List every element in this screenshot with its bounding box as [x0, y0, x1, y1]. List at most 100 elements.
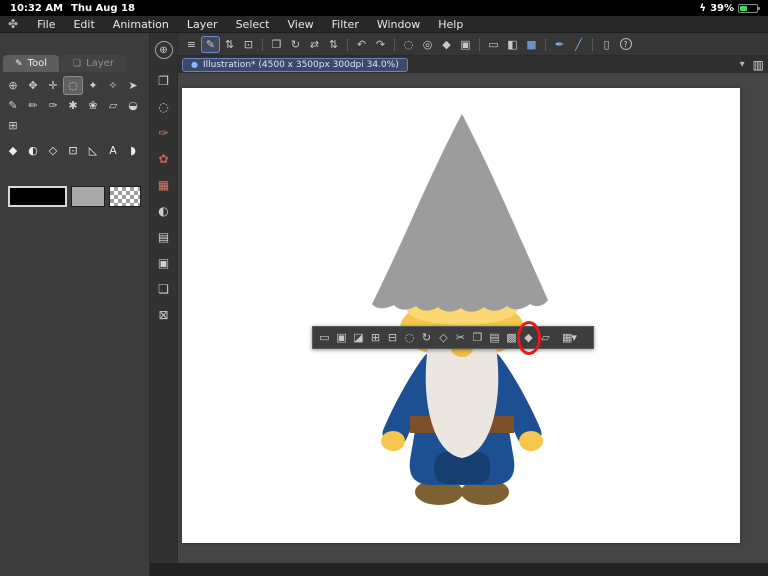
device-icon[interactable]: ▯: [597, 36, 616, 53]
scale-selection-icon[interactable]: ◇: [435, 329, 452, 346]
status-bar: 10:32 AM Thu Aug 18 ϟ 39%: [0, 0, 768, 16]
rotate-selection-icon[interactable]: ↻: [418, 329, 435, 346]
copy-icon[interactable]: ❐: [469, 329, 486, 346]
canvas-area: [178, 73, 768, 576]
close-panels-icon[interactable]: ⊠: [153, 304, 174, 325]
cut-icon[interactable]: ✂: [452, 329, 469, 346]
sub-color-swatch[interactable]: [70, 186, 105, 207]
brush-size-panel-icon[interactable]: ✑: [153, 122, 174, 143]
panel-toggle-icon[interactable]: ▥: [753, 58, 764, 72]
zoom-tool[interactable]: ⊕: [3, 76, 23, 95]
export-icon[interactable]: ❐: [267, 36, 286, 53]
edit-pen-icon[interactable]: ✎: [201, 35, 220, 53]
frame-subtool[interactable]: ⊡: [63, 141, 83, 160]
pencil-tool[interactable]: ✏: [23, 96, 43, 115]
main-menu-icon[interactable]: ≡: [182, 36, 201, 53]
gradient-subtool[interactable]: ◐: [23, 141, 43, 160]
transparent-color-swatch[interactable]: [108, 186, 141, 207]
menu-item[interactable]: Select: [227, 18, 279, 31]
drawing-canvas[interactable]: [182, 88, 740, 543]
help-icon[interactable]: ?: [616, 36, 635, 53]
gnome-illustration: [372, 114, 548, 505]
menu-item[interactable]: View: [279, 18, 323, 31]
tab-list-chevron-icon[interactable]: ▾: [740, 59, 745, 70]
color-wheel-panel-icon[interactable]: ✿: [153, 148, 174, 169]
main-color-swatch[interactable]: [8, 186, 67, 207]
balloon-subtool[interactable]: ◗: [123, 141, 143, 160]
eraser-tool[interactable]: ▱: [103, 96, 123, 115]
decoration-tool[interactable]: ❀: [83, 96, 103, 115]
airbrush-tool[interactable]: ✱: [63, 96, 83, 115]
tone-icon[interactable]: ▩: [503, 329, 520, 346]
undo-icon[interactable]: ↶: [352, 36, 371, 53]
menu-item[interactable]: Filter: [323, 18, 368, 31]
pen-tool[interactable]: ✎: [3, 96, 23, 115]
figure-subtool[interactable]: ◇: [43, 141, 63, 160]
menu-item[interactable]: File: [28, 18, 64, 31]
panel-tab-icon: ❏: [72, 58, 82, 69]
selection-tool[interactable]: ◌: [63, 76, 83, 95]
view-chevrons-icon[interactable]: ⇅: [324, 36, 343, 53]
operation-tool[interactable]: ➤: [123, 76, 143, 95]
tool-property-panel-icon[interactable]: ◌: [153, 96, 174, 117]
correction-tool[interactable]: ⊞: [3, 116, 23, 135]
reselect-icon[interactable]: ▣: [333, 329, 350, 346]
menu-item[interactable]: Edit: [64, 18, 103, 31]
shrink-selection-icon[interactable]: ⊟: [384, 329, 401, 346]
deselect-icon[interactable]: ▭: [316, 329, 333, 346]
app-logo-icon[interactable]: ✤: [8, 17, 18, 31]
fill-subtool[interactable]: ◆: [3, 141, 23, 160]
auto-select-tool[interactable]: ✦: [83, 76, 103, 95]
color-set-panel-icon[interactable]: ▦: [153, 174, 174, 195]
tool-panel: ✎ Tool ❏ Layer ⊕ ✥ ✛ ◌ ✦ ✧ ➤ ✎ ✏ ✑ ✱ ❀ ▱ ◒ ⊞ ◆ ◐ ◇ ⊡ ◺ A ◗: [0, 33, 150, 576]
active-area-icon[interactable]: ■: [522, 36, 541, 53]
menu-item[interactable]: Animation: [104, 18, 178, 31]
blend-tool[interactable]: ◒: [123, 96, 143, 115]
panel-tabs: ✎ Tool ❏ Layer: [0, 55, 149, 72]
subtool-panel-icon[interactable]: ❐: [153, 70, 174, 91]
hand-tool[interactable]: ✥: [23, 76, 43, 95]
color-swatches: [3, 186, 146, 207]
border-selection-icon[interactable]: ◌: [401, 329, 418, 346]
quick-zoom-icon[interactable]: ⊕: [154, 41, 173, 59]
battery-icon: [738, 3, 760, 13]
panel-tab-label: Tool: [27, 58, 47, 69]
selection-ring-icon[interactable]: ◌: [399, 36, 418, 53]
color-mix-panel-icon[interactable]: ◐: [153, 200, 174, 221]
rotate-canvas-icon[interactable]: ↻: [286, 36, 305, 53]
tab-tool[interactable]: ✎ Tool: [3, 55, 59, 72]
deselect-icon[interactable]: ◎: [418, 36, 437, 53]
document-tab-bar: ● Illustration* (4500 x 3500px 300dpi 34…: [178, 56, 768, 73]
tab-layer[interactable]: ❏ Layer: [60, 55, 126, 72]
invert-selection-icon[interactable]: ◪: [350, 329, 367, 346]
layer-panel-icon[interactable]: ❏: [153, 278, 174, 299]
launcher-settings-icon[interactable]: ▦▾: [554, 329, 584, 346]
text-subtool[interactable]: A: [103, 141, 123, 160]
crop-icon[interactable]: ▣: [456, 36, 475, 53]
flip-canvas-icon[interactable]: ⇄: [305, 36, 324, 53]
tool-switch-icon[interactable]: ⇅: [220, 36, 239, 53]
photo-import-icon[interactable]: ⊡: [239, 36, 258, 53]
clock-date: Thu Aug 18: [71, 2, 135, 14]
erase-selection-icon[interactable]: ▱: [537, 329, 554, 346]
tool-row-2: ✎ ✏ ✑ ✱ ❀ ▱ ◒: [3, 96, 146, 115]
redo-icon[interactable]: ↷: [371, 36, 390, 53]
eyedropper-tool[interactable]: ✧: [103, 76, 123, 95]
rect-select-icon[interactable]: ▭: [484, 36, 503, 53]
menu-item[interactable]: Help: [429, 18, 472, 31]
material-panel-icon[interactable]: ▤: [153, 226, 174, 247]
pen-mode-icon[interactable]: ✒: [550, 36, 569, 53]
paste-icon[interactable]: ▤: [486, 329, 503, 346]
tone-select-icon[interactable]: ◧: [503, 36, 522, 53]
brush-tool[interactable]: ✑: [43, 96, 63, 115]
menu-item[interactable]: Layer: [178, 18, 227, 31]
navigator-panel-icon[interactable]: ▣: [153, 252, 174, 273]
ruler-subtool[interactable]: ◺: [83, 141, 103, 160]
fill-tool-icon[interactable]: ◆: [437, 36, 456, 53]
menu-item[interactable]: Window: [368, 18, 429, 31]
line-mode-icon[interactable]: ╱: [569, 36, 588, 53]
expand-selection-icon[interactable]: ⊞: [367, 329, 384, 346]
document-tab[interactable]: ● Illustration* (4500 x 3500px 300dpi 34…: [182, 57, 408, 72]
fill-icon[interactable]: ◆: [516, 320, 541, 355]
move-tool[interactable]: ✛: [43, 76, 63, 95]
